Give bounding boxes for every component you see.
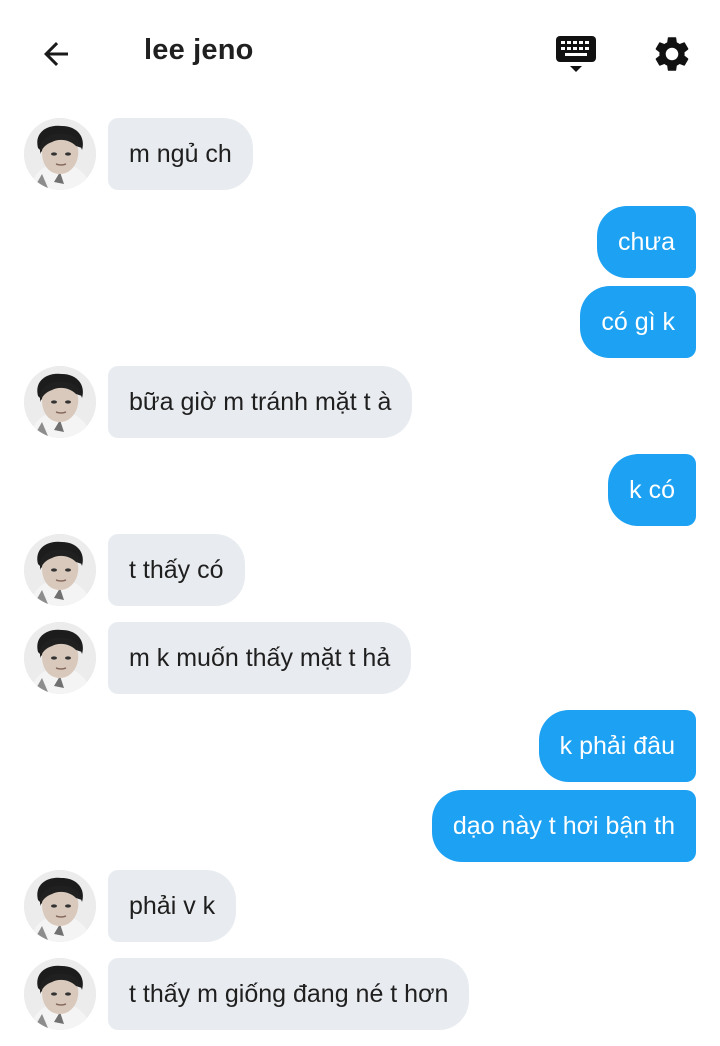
avatar[interactable] — [24, 366, 96, 438]
outgoing-message[interactable]: có gì k — [580, 286, 696, 358]
back-button[interactable] — [34, 32, 78, 76]
gear-icon — [655, 37, 689, 71]
chat-header: lee jeno — [0, 0, 720, 106]
incoming-message[interactable]: t thấy có — [108, 534, 245, 606]
keyboard-icon — [556, 36, 596, 72]
avatar[interactable] — [24, 622, 96, 694]
avatar-image — [24, 534, 96, 606]
avatar-image — [24, 118, 96, 190]
avatar-image — [24, 958, 96, 1030]
outgoing-message[interactable]: dạo này t hơi bận th — [431, 790, 696, 862]
chat-title: lee jeno — [144, 34, 254, 66]
outgoing-message[interactable]: chưa — [596, 206, 696, 278]
avatar[interactable] — [24, 534, 96, 606]
outgoing-message[interactable]: k có — [608, 454, 696, 526]
incoming-message[interactable]: bữa giờ m tránh mặt t à — [108, 366, 413, 438]
arrow-left-icon — [44, 42, 68, 66]
incoming-message[interactable]: t thấy m giống đang né t hơn — [108, 958, 470, 1030]
incoming-message[interactable]: phải v k — [108, 870, 237, 942]
outgoing-message[interactable]: k phải đâu — [538, 710, 696, 782]
keyboard-button[interactable] — [552, 30, 600, 78]
avatar-image — [24, 870, 96, 942]
settings-button[interactable] — [648, 30, 696, 78]
avatar-image — [24, 622, 96, 694]
avatar-image — [24, 366, 96, 438]
avatar[interactable] — [24, 118, 96, 190]
avatar[interactable] — [24, 870, 96, 942]
incoming-message[interactable]: m k muốn thấy mặt t hả — [108, 622, 412, 694]
avatar[interactable] — [24, 958, 96, 1030]
incoming-message[interactable]: m ngủ ch — [108, 118, 253, 190]
